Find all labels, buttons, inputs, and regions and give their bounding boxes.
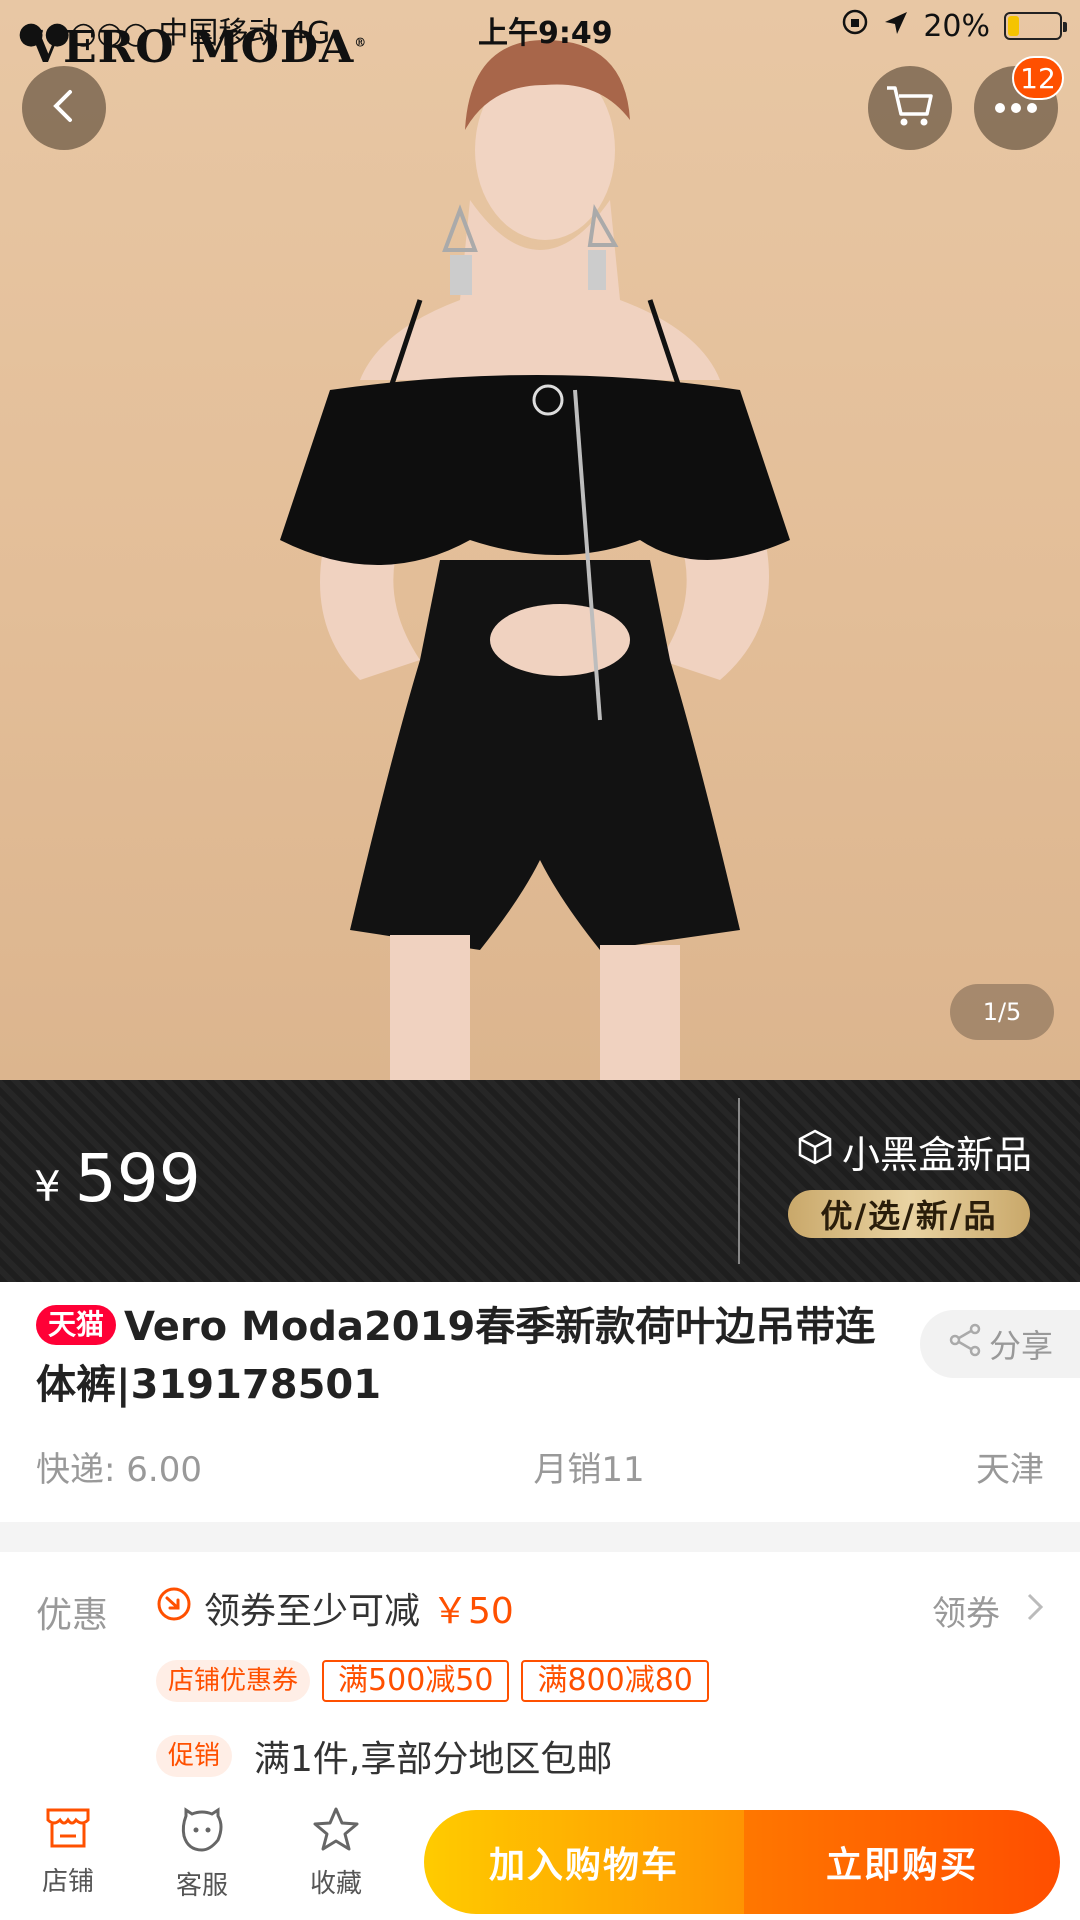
shop-coupon-tag: 店铺优惠券 [156,1660,311,1702]
favorite-label: 收藏 [309,1869,362,1899]
new-tag-text: 小黑盒新品 [842,1133,1033,1177]
price-banner: ¥599 小黑盒新品 优/选/新/品 [0,1080,1080,1282]
notification-badge: 12 [1012,56,1064,100]
promo-label: 优惠 [36,1595,109,1636]
banner-divider [738,1098,740,1264]
ship-from-location: 天津 [975,1450,1044,1490]
chevron-right-icon [1026,1591,1044,1631]
favorite-tab[interactable]: 收藏 [286,1806,386,1900]
battery-percent: 20% [923,8,990,44]
get-coupon-button[interactable]: 领券 [932,1586,1044,1635]
product-image-carousel[interactable]: VERO MODA® ●●○○○ 中国移动 4G 上午9:49 20% 12 1… [0,0,1080,1080]
cart-icon [885,84,935,132]
get-coupon-label: 领券 [932,1594,1000,1634]
cube-icon [796,1128,834,1175]
service-label: 客服 [175,1871,228,1901]
coupon-amount: ￥50 [432,1591,514,1632]
cart-button[interactable] [868,66,952,150]
coupon-icon [156,1586,192,1631]
clock: 上午9:49 [478,16,613,51]
coupon-chip[interactable]: 满500减50 [322,1660,510,1702]
image-pager: 1/5 [950,984,1054,1040]
location-icon [883,9,909,44]
battery-icon [1004,12,1067,40]
tagline-pill: 优/选/新/品 [788,1190,1030,1238]
price: ¥599 [34,1140,201,1217]
more-button[interactable]: 12 [974,56,1064,150]
promo-text: 满1件,享部分地区包邮 [254,1739,613,1780]
back-icon [44,86,84,130]
coupon-text: 领券至少可减 [204,1591,421,1632]
tmall-badge: 天猫 [36,1305,117,1345]
coupon-chip[interactable]: 满800减80 [521,1660,709,1702]
coupon-chips: 店铺优惠券 满500减50 满800减80 [156,1660,709,1702]
carrier-label: ●●○○○ 中国移动 4G [18,16,331,51]
share-button[interactable]: 分享 [920,1310,1080,1378]
product-title-text: Vero Moda2019春季新款荷叶边吊带连体裤|319178501 [36,1304,876,1408]
rotation-lock-icon [841,8,869,44]
shipping-fee: 快递: 6.00 [36,1450,202,1490]
shop-label: 店铺 [41,1867,94,1897]
product-title: 天猫 Vero Moda2019春季新款荷叶边吊带连体裤|319178501 [36,1298,896,1414]
star-icon [312,1806,360,1859]
share-label: 分享 [988,1327,1053,1365]
promotions-section[interactable]: 优惠 领券至少可减 ￥50 领券 店铺优惠券 满500减50 满800减80 促… [0,1552,1080,1792]
buy-now-button[interactable]: 立即购买 [744,1810,1060,1914]
service-tab[interactable]: 客服 [152,1806,252,1902]
price-value: 599 [74,1140,201,1217]
product-photo [280,40,790,1080]
product-meta: 快递: 6.00 月销11 天津 [36,1442,1044,1491]
currency-symbol: ¥ [34,1162,61,1211]
product-info: 天猫 Vero Moda2019春季新款荷叶边吊带连体裤|319178501 分享… [0,1282,1080,1522]
new-product-tag: 小黑盒新品 [796,1124,1032,1179]
shop-icon [44,1806,92,1857]
add-to-cart-button[interactable]: 加入购物车 [424,1810,744,1914]
coupon-summary[interactable]: 领券至少可减 ￥50 [156,1582,514,1634]
promotion-line: 促销 满1件,享部分地区包邮 [156,1730,612,1782]
promo-tag: 促销 [156,1735,233,1777]
monthly-sales: 月销11 [533,1450,645,1490]
more-icon [994,99,1038,118]
back-button[interactable] [22,66,106,150]
bottom-action-bar: 店铺 客服 收藏 加入购物车 立即购买 [0,1792,1080,1920]
service-icon [178,1806,226,1861]
share-icon [947,1322,983,1366]
status-bar: ●●○○○ 中国移动 4G 上午9:49 20% [0,0,1080,54]
shop-tab[interactable]: 店铺 [18,1806,118,1898]
